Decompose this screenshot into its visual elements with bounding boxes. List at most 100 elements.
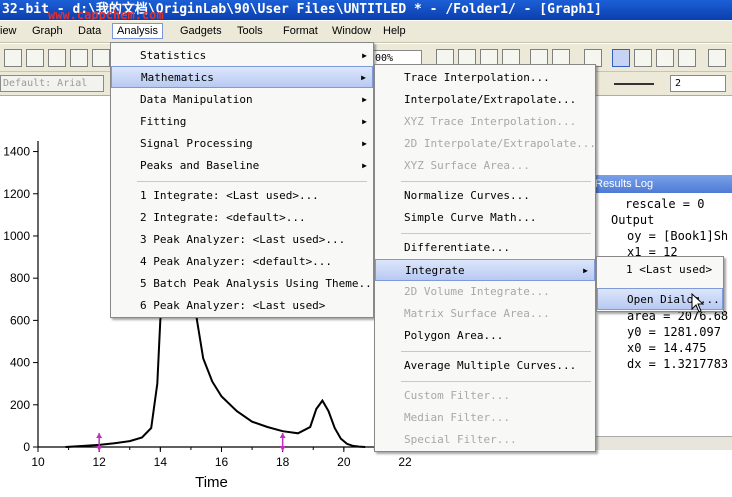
results-log-icon[interactable] (634, 49, 652, 67)
results-log-line: Output (611, 213, 655, 227)
menu-item-label: Peaks and Baseline (140, 159, 260, 172)
line-style-sample (614, 83, 654, 85)
menu-tools[interactable]: Tools (237, 25, 263, 37)
y-tick-label: 0 (23, 440, 30, 454)
results-log-line: x0 = 14.475 (627, 341, 707, 355)
x-tick-label: 16 (215, 455, 229, 469)
menu-separator (401, 233, 591, 234)
menu-item-recent-1[interactable]: 1 Integrate: <Last used>... (111, 185, 373, 207)
menu-window[interactable]: Window (332, 25, 371, 37)
results-log-panel: Results Log rescale = 0 Output oy = [Boo… (590, 175, 732, 450)
font-select[interactable]: Default: Arial (0, 75, 104, 92)
menu-format[interactable]: Format (283, 25, 318, 37)
graph-icon[interactable] (70, 49, 88, 67)
menu-separator (401, 351, 591, 352)
menu-gadgets[interactable]: Gadgets (180, 25, 222, 37)
submenu-arrow-icon: ▶ (361, 73, 366, 82)
menu-item-special-filter: Special Filter... (404, 433, 517, 446)
menu-item-mathematics[interactable]: Mathematics ▶ (111, 66, 373, 88)
y-tick-label: 1000 (3, 229, 30, 243)
menu-item-signal-processing[interactable]: Signal Processing ▶ (111, 133, 373, 155)
mouse-cursor-icon (691, 293, 705, 313)
results-log-title: Results Log (591, 175, 732, 193)
submenu-arrow-icon: ▶ (362, 117, 367, 126)
menu-item-xyz-surface-area: XYZ Surface Area... (404, 159, 530, 172)
window-title-bar: 32-bit - d:\我的文档\OriginLab\90\User Files… (0, 0, 732, 20)
menu-item-simple-curve-math[interactable]: Simple Curve Math... (375, 207, 595, 229)
x-tick-label: 12 (92, 455, 106, 469)
menu-item-normalize-curves[interactable]: Normalize Curves... (375, 185, 595, 207)
command-window-icon[interactable] (656, 49, 674, 67)
notes-icon[interactable] (92, 49, 110, 67)
menu-item-fitting[interactable]: Fitting ▶ (111, 111, 373, 133)
menu-item-median-filter: Median Filter... (404, 411, 510, 424)
menu-item-xyz-trace-interpolation: XYZ Trace Interpolation... (404, 115, 577, 128)
y-tick-label: 200 (10, 398, 30, 412)
y-tick-label: 600 (10, 313, 30, 327)
matrix-icon[interactable] (48, 49, 66, 67)
mathematics-submenu: Trace Interpolation... Interpolate/Extra… (374, 64, 596, 452)
x-tick-label: 22 (398, 455, 412, 469)
menu-bar: iew Graph Data Analysis Gadgets Tools Fo… (0, 21, 732, 43)
menu-item-recent-2[interactable]: 2 Integrate: <default>... (111, 207, 373, 229)
menu-item-2d-interpolate: 2D Interpolate/Extrapolate... (404, 137, 597, 150)
integrate-submenu: 1 <Last used> Open Dialog... (596, 256, 724, 313)
menu-item-trace-interpolation[interactable]: Trace Interpolation... (375, 67, 595, 89)
menu-separator (401, 381, 591, 382)
menu-item-peaks-baseline[interactable]: Peaks and Baseline ▶ (111, 155, 373, 177)
submenu-arrow-icon: ▶ (362, 139, 367, 148)
results-log-line: oy = [Book1]Sh (627, 229, 729, 243)
menu-graph[interactable]: Graph (32, 25, 63, 37)
desktop-area (590, 96, 732, 175)
menu-item-average-curves[interactable]: Average Multiple Curves... (375, 355, 595, 377)
submenu-arrow-icon: ▶ (362, 161, 367, 170)
menu-item-matrix-surface-area: Matrix Surface Area... (404, 307, 550, 320)
menu-item-data-manipulation[interactable]: Data Manipulation ▶ (111, 89, 373, 111)
line-width-select[interactable]: 2 (670, 75, 726, 92)
add-icon[interactable] (708, 49, 726, 67)
y-tick-label: 400 (10, 356, 30, 370)
menu-item-integrate-last-used[interactable]: 1 <Last used> (597, 259, 723, 281)
menu-item-label: Signal Processing (140, 137, 253, 150)
menu-item-differentiate[interactable]: Differentiate... (375, 237, 595, 259)
x-tick-label: 20 (337, 455, 351, 469)
results-log-line: rescale = 0 (625, 197, 705, 211)
menu-item-recent-3[interactable]: 3 Peak Analyzer: <Last used>... (111, 229, 373, 251)
code-builder-icon[interactable] (678, 49, 696, 67)
y-tick-label: 1400 (3, 145, 30, 159)
menu-view[interactable]: iew (0, 25, 17, 37)
menu-item-recent-6[interactable]: 6 Peak Analyzer: <Last used> (111, 295, 373, 317)
x-axis-label: Time (195, 474, 228, 491)
results-log-line: y0 = 1281.097 (627, 325, 721, 339)
results-log-scrollbar[interactable] (590, 436, 732, 450)
menu-separator (401, 181, 591, 182)
new-workbook-icon[interactable] (4, 49, 22, 67)
submenu-arrow-icon: ▶ (362, 95, 367, 104)
menu-item-custom-filter: Custom Filter... (404, 389, 510, 402)
menu-item-recent-5[interactable]: 5 Batch Peak Analysis Using Theme... (111, 273, 378, 295)
x-tick-label: 10 (31, 455, 45, 469)
menu-item-label: Mathematics (141, 71, 214, 84)
menu-item-statistics[interactable]: Statistics ▶ (111, 45, 373, 67)
submenu-arrow-icon: ▶ (362, 51, 367, 60)
data-marker (279, 433, 286, 451)
menu-analysis[interactable]: Analysis (112, 23, 163, 39)
menu-data[interactable]: Data (78, 25, 101, 37)
x-tick-label: 14 (154, 455, 168, 469)
watermark: www.cappchem.com (48, 8, 164, 20)
analysis-menu: Statistics ▶ Mathematics ▶ Data Manipulati… (110, 42, 378, 318)
results-log-line: dx = 1.3217783 (627, 357, 729, 371)
menu-item-interpolate-extrapolate[interactable]: Interpolate/Extrapolate... (375, 89, 595, 111)
menu-item-recent-4[interactable]: 4 Peak Analyzer: <default>... (111, 251, 373, 273)
submenu-arrow-icon: ▶ (583, 266, 588, 275)
menu-item-label: Statistics (140, 49, 207, 62)
menu-separator (137, 181, 367, 182)
menu-help[interactable]: Help (383, 25, 406, 37)
menu-item-polygon-area[interactable]: Polygon Area... (375, 325, 595, 347)
menu-item-integrate[interactable]: Integrate ▶ (375, 259, 595, 281)
menu-item-label: Integrate (405, 264, 465, 277)
zoom-tool-icon[interactable] (612, 49, 630, 67)
function-icon[interactable] (26, 49, 44, 67)
menu-item-label: Data Manipulation (140, 93, 253, 106)
x-tick-label: 18 (276, 455, 290, 469)
